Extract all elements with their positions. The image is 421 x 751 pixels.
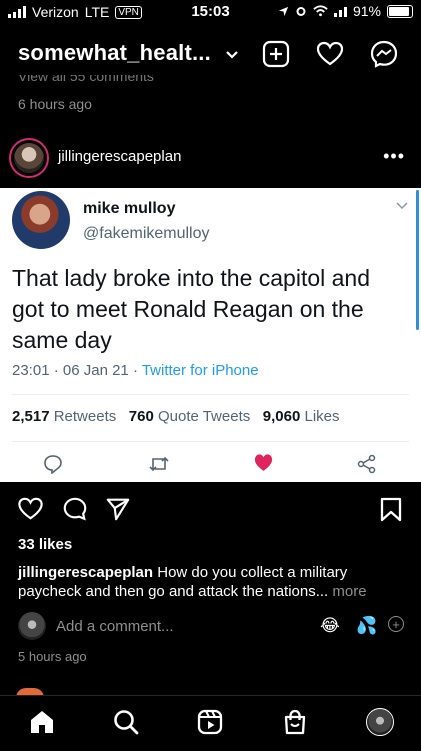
- messenger-icon[interactable]: [370, 40, 398, 68]
- location-icon: [278, 6, 289, 16]
- quote-tweets-count: 760: [128, 408, 154, 425]
- likes-label: Likes: [304, 408, 340, 425]
- share-icon: [357, 454, 376, 474]
- post-time-previous: 6 hours ago: [18, 96, 92, 112]
- profile-avatar[interactable]: [366, 708, 394, 736]
- view-all-comments-label: View all 55 comments: [18, 75, 154, 84]
- add-emoji-icon[interactable]: +: [388, 616, 404, 632]
- tweet-actions: [0, 452, 421, 476]
- likes-count-text[interactable]: 33 likes: [18, 536, 72, 553]
- tweet-time: 23:01: [12, 362, 50, 379]
- top-header: somewhat_healt...: [0, 30, 421, 76]
- poster-username[interactable]: jillingerescapeplan: [58, 148, 181, 165]
- retweets-label: Retweets: [53, 408, 117, 425]
- battery-icon: [387, 4, 413, 18]
- tweet-text: That lady broke into the capitol and got…: [12, 265, 371, 353]
- chevron-down-icon[interactable]: [223, 45, 241, 63]
- account-name: somewhat_healt...: [18, 40, 211, 65]
- likes-count: 9,060: [262, 408, 301, 425]
- tweet-display-name: mike mulloy: [83, 200, 176, 217]
- retweet-icon: [149, 456, 169, 472]
- wifi-icon: [313, 5, 328, 17]
- scrollbar[interactable]: [416, 190, 419, 330]
- retweets-count: 2,517: [12, 408, 50, 425]
- post-caption: jillingerescapeplan How do you collect a…: [18, 563, 408, 601]
- cell-bars-icon: [333, 5, 347, 17]
- comment-icon[interactable]: [62, 496, 88, 522]
- status-right: 91%: [278, 3, 413, 19]
- bookmark-icon[interactable]: [380, 497, 402, 522]
- emoji-sweat-button[interactable]: 💦: [356, 616, 377, 636]
- account-switcher[interactable]: somewhat_healt...: [18, 40, 211, 66]
- bottom-nav: [0, 695, 421, 751]
- emoji-laugh-button[interactable]: 😂: [320, 616, 340, 636]
- tweet-chevron-icon: [396, 202, 408, 210]
- own-avatar: [18, 612, 46, 640]
- like-icon[interactable]: [17, 496, 44, 522]
- caption-more-link[interactable]: more: [332, 583, 366, 600]
- new-post-icon[interactable]: [262, 40, 290, 68]
- alarm-icon: [296, 7, 306, 16]
- caption-username[interactable]: jillingerescapeplan: [18, 564, 153, 581]
- status-bar: Verizon LTE VPN 15:03 91%: [0, 0, 421, 24]
- heart-icon[interactable]: [316, 40, 344, 68]
- reels-icon[interactable]: [196, 708, 224, 736]
- poster-avatar[interactable]: [9, 138, 49, 178]
- reply-icon: [44, 455, 62, 474]
- tweet-screenshot: mike mulloy @fakemikemulloy That lady br…: [0, 188, 421, 482]
- tweet-source: Twitter for iPhone: [141, 362, 259, 379]
- tweet-handle: @fakemikemulloy: [83, 225, 210, 242]
- shop-icon[interactable]: [281, 708, 309, 736]
- battery-percent: 91%: [352, 3, 381, 19]
- tweet-stats: 2,517 Retweets 760 Quote Tweets 9,060 Li…: [12, 408, 340, 425]
- more-options-icon[interactable]: •••: [383, 146, 405, 167]
- post-actions: [0, 492, 421, 526]
- home-icon[interactable]: [28, 708, 56, 736]
- tweet-author-avatar: [12, 191, 70, 249]
- share-post-icon[interactable]: [105, 496, 131, 522]
- post-time: 5 hours ago: [18, 649, 87, 664]
- tweet-date: 06 Jan 21: [62, 362, 129, 379]
- tweet-divider: [12, 394, 409, 395]
- tweet-like-icon: [254, 454, 273, 471]
- tweet-meta: 23:01 · 06 Jan 21 · Twitter for iPhone: [12, 362, 259, 379]
- search-icon[interactable]: [112, 708, 140, 736]
- quote-tweets-label: Quote Tweets: [157, 408, 251, 425]
- add-comment-input[interactable]: Add a comment...: [56, 618, 174, 635]
- tweet-divider: [12, 441, 409, 442]
- view-all-comments[interactable]: View all 55 comments: [18, 75, 154, 85]
